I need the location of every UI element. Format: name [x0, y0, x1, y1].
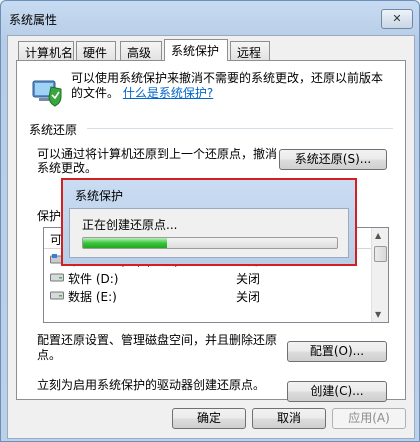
- create-description: 立刻为启用系统保护的驱动器创建还原点。: [37, 378, 266, 392]
- table-row[interactable]: 软件 (D:) 关闭: [44, 268, 372, 286]
- list-scrollbar[interactable]: ▲ ▼: [371, 228, 388, 322]
- scroll-up-icon[interactable]: ▲: [375, 231, 381, 240]
- table-row[interactable]: 数据 (E:) 关闭: [44, 286, 372, 304]
- scroll-down-icon[interactable]: ▼: [375, 310, 381, 319]
- progress-bar-fill: [83, 238, 167, 248]
- close-icon: ✕: [392, 12, 402, 25]
- intro-text: 可以使用系统保护来撤消不需要的系统更改，还原以前版本的文件。 什么是系统保护?: [71, 71, 391, 101]
- tab-remote[interactable]: 远程: [230, 41, 270, 60]
- group-divider: [87, 128, 393, 129]
- ok-button[interactable]: 确定: [172, 408, 246, 429]
- drive-protection-status: 关闭: [236, 290, 261, 304]
- system-properties-window: 系统属性 ✕ 计算机名 硬件 高级 系统保护 远程 可以使用系统保护来撤消不需要…: [0, 0, 420, 442]
- progress-dialog-body: 正在创建还原点...: [69, 208, 349, 258]
- close-button[interactable]: ✕: [381, 9, 413, 29]
- title-bar[interactable]: 系统属性 ✕: [1, 1, 419, 35]
- drive-icon: [50, 291, 64, 300]
- system-protection-shield-icon: [32, 80, 62, 107]
- tab-hardware[interactable]: 硬件: [76, 41, 116, 60]
- window-title: 系统属性: [9, 13, 58, 27]
- progress-message: 正在创建还原点...: [82, 218, 178, 232]
- drive-icon: [50, 273, 64, 282]
- what-is-system-protection-link[interactable]: 什么是系统保护?: [123, 86, 213, 100]
- drive-protection-status: 关闭: [236, 272, 261, 286]
- configure-button[interactable]: 配置(O)...: [287, 341, 387, 362]
- drive-name: 数据 (E:): [68, 290, 117, 304]
- system-restore-button[interactable]: 系统还原(S)...: [279, 149, 387, 170]
- configure-description: 配置还原设置、管理磁盘空间，并且删除还原点。: [37, 333, 278, 362]
- tab-computer-name[interactable]: 计算机名: [18, 41, 74, 60]
- system-restore-description: 可以通过将计算机还原到上一个还原点，撤消系统更改。: [37, 147, 278, 175]
- progress-bar: [82, 237, 338, 249]
- tab-system-protection[interactable]: 系统保护: [164, 39, 228, 61]
- progress-dialog-title: 系统保护: [75, 189, 124, 203]
- tab-advanced[interactable]: 高级: [120, 41, 162, 60]
- apply-button: 应用(A): [332, 408, 406, 429]
- cancel-button[interactable]: 取消: [252, 408, 326, 429]
- system-protection-progress-dialog: 系统保护 正在创建还原点...: [61, 178, 357, 266]
- system-restore-group-label: 系统还原: [29, 123, 78, 137]
- drive-name: 软件 (D:): [68, 272, 119, 286]
- intro-description: 可以使用系统保护来撤消不需要的系统更改，还原以前版本的文件。: [71, 71, 384, 100]
- create-button[interactable]: 创建(C)...: [287, 381, 387, 402]
- scroll-thumb[interactable]: [374, 246, 387, 262]
